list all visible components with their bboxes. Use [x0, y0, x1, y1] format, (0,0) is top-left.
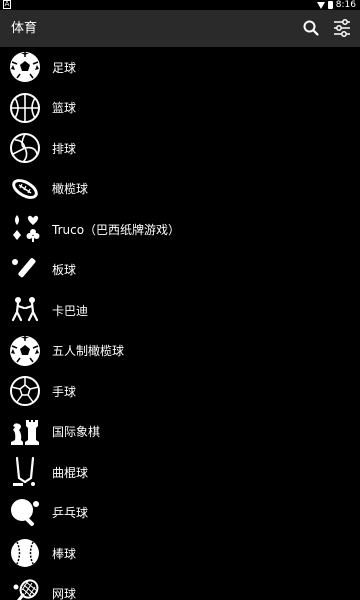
status-bar: A 8:16 — [0, 0, 360, 10]
sport-label: 手球 — [52, 384, 77, 399]
sport-label: 足球 — [52, 60, 77, 75]
football-icon — [9, 173, 41, 205]
search-icon — [303, 20, 319, 36]
sport-label: Truco（巴西纸牌游戏） — [52, 222, 181, 237]
sport-item-table-tennis[interactable]: 乒乓球 — [0, 493, 360, 534]
volleyball-icon — [9, 132, 41, 164]
sport-label: 排球 — [52, 141, 77, 156]
app-header: 体育 — [0, 10, 360, 47]
sport-item-baseball[interactable]: 棒球 — [0, 533, 360, 574]
sliders-icon — [334, 19, 350, 37]
status-icons: 8:16 — [316, 0, 356, 10]
app-root: A 8:16 体育 足球 篮球 排球 橄榄球 Truco（巴西纸牌游戏） 板球 … — [0, 0, 360, 600]
basketball-icon — [9, 92, 41, 124]
futsal-ball-icon — [9, 335, 41, 367]
cricket-icon — [9, 254, 41, 286]
sport-item-soccer[interactable]: 足球 — [0, 47, 360, 88]
sport-item-basketball[interactable]: 篮球 — [0, 88, 360, 129]
chess-icon — [9, 416, 41, 448]
sport-label: 国际象棋 — [52, 425, 101, 440]
notification-indicator: A — [3, 0, 11, 9]
sport-item-tennis[interactable]: 网球 — [0, 574, 360, 600]
sport-list: 足球 篮球 排球 橄榄球 Truco（巴西纸牌游戏） 板球 卡巴迪 五人制橄榄球… — [0, 47, 360, 600]
battery-icon — [327, 1, 333, 9]
sport-label: 曲棍球 — [52, 465, 89, 480]
handball-icon — [9, 375, 41, 407]
sport-label: 五人制橄榄球 — [52, 344, 125, 359]
sport-label: 篮球 — [52, 101, 77, 116]
status-time: 8:16 — [335, 0, 356, 10]
sport-item-chess[interactable]: 国际象棋 — [0, 412, 360, 453]
page-title: 体育 — [11, 21, 38, 36]
sport-item-handball[interactable]: 手球 — [0, 371, 360, 412]
soccer-ball-icon — [9, 51, 41, 83]
sport-label: 卡巴迪 — [52, 303, 89, 318]
sport-label: 棒球 — [52, 546, 77, 561]
sport-label: 乒乓球 — [52, 506, 89, 521]
sport-item-rugby[interactable]: 橄榄球 — [0, 169, 360, 210]
card-suits-icon — [9, 213, 41, 245]
search-button[interactable] — [301, 18, 321, 38]
sport-item-kabaddi[interactable]: 卡巴迪 — [0, 290, 360, 331]
sport-label: 橄榄球 — [52, 182, 89, 197]
sport-item-truco[interactable]: Truco（巴西纸牌游戏） — [0, 209, 360, 250]
wifi-icon — [316, 1, 325, 9]
table-tennis-icon — [9, 497, 41, 529]
sport-item-futsal[interactable]: 五人制橄榄球 — [0, 331, 360, 372]
tennis-icon — [9, 578, 41, 600]
sport-item-volleyball[interactable]: 排球 — [0, 128, 360, 169]
hockey-icon — [9, 456, 41, 488]
sport-label: 网球 — [52, 587, 77, 600]
filter-button[interactable] — [332, 18, 352, 38]
sport-item-hockey[interactable]: 曲棍球 — [0, 452, 360, 493]
kabaddi-icon — [9, 294, 41, 326]
sport-item-cricket[interactable]: 板球 — [0, 250, 360, 291]
sport-label: 板球 — [52, 263, 77, 278]
baseball-icon — [9, 537, 41, 569]
